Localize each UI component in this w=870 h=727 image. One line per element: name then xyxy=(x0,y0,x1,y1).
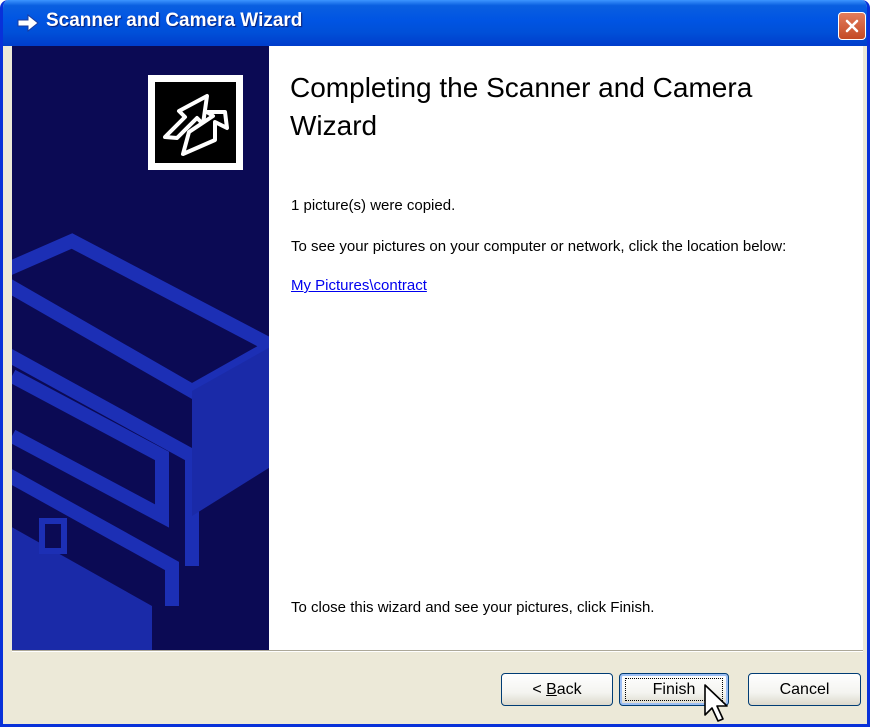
location-message: To see your pictures on your computer or… xyxy=(291,238,787,255)
location-link[interactable]: My Pictures\contract xyxy=(291,277,427,294)
cancel-label: Cancel xyxy=(779,681,830,698)
back-prefix: < xyxy=(532,681,547,698)
wizard-banner xyxy=(12,46,269,650)
copied-message: 1 picture(s) were copied. xyxy=(291,197,456,214)
wizard-logo-icon xyxy=(148,75,243,170)
close-instruction: To close this wizard and see your pictur… xyxy=(291,599,655,616)
back-button[interactable]: < Back xyxy=(501,673,613,706)
page-heading: Completing the Scanner and Camera Wizard xyxy=(290,72,753,141)
wizard-content: Completing the Scanner and Camera Wizard… xyxy=(12,46,863,650)
mouse-pointer-icon xyxy=(704,684,728,722)
cancel-button[interactable]: Cancel xyxy=(748,673,861,706)
back-label-rest: ack xyxy=(556,681,582,698)
title-bar[interactable]: Scanner and Camera Wizard xyxy=(3,0,867,46)
window-title: Scanner and Camera Wizard xyxy=(46,10,303,31)
close-button[interactable] xyxy=(838,12,866,40)
wizard-window: Scanner and Camera Wizard Completing the… xyxy=(0,0,870,727)
back-accelerator: B xyxy=(546,681,557,698)
close-icon xyxy=(845,19,859,33)
button-divider xyxy=(12,650,863,652)
wizard-arrow-icon xyxy=(16,13,40,33)
